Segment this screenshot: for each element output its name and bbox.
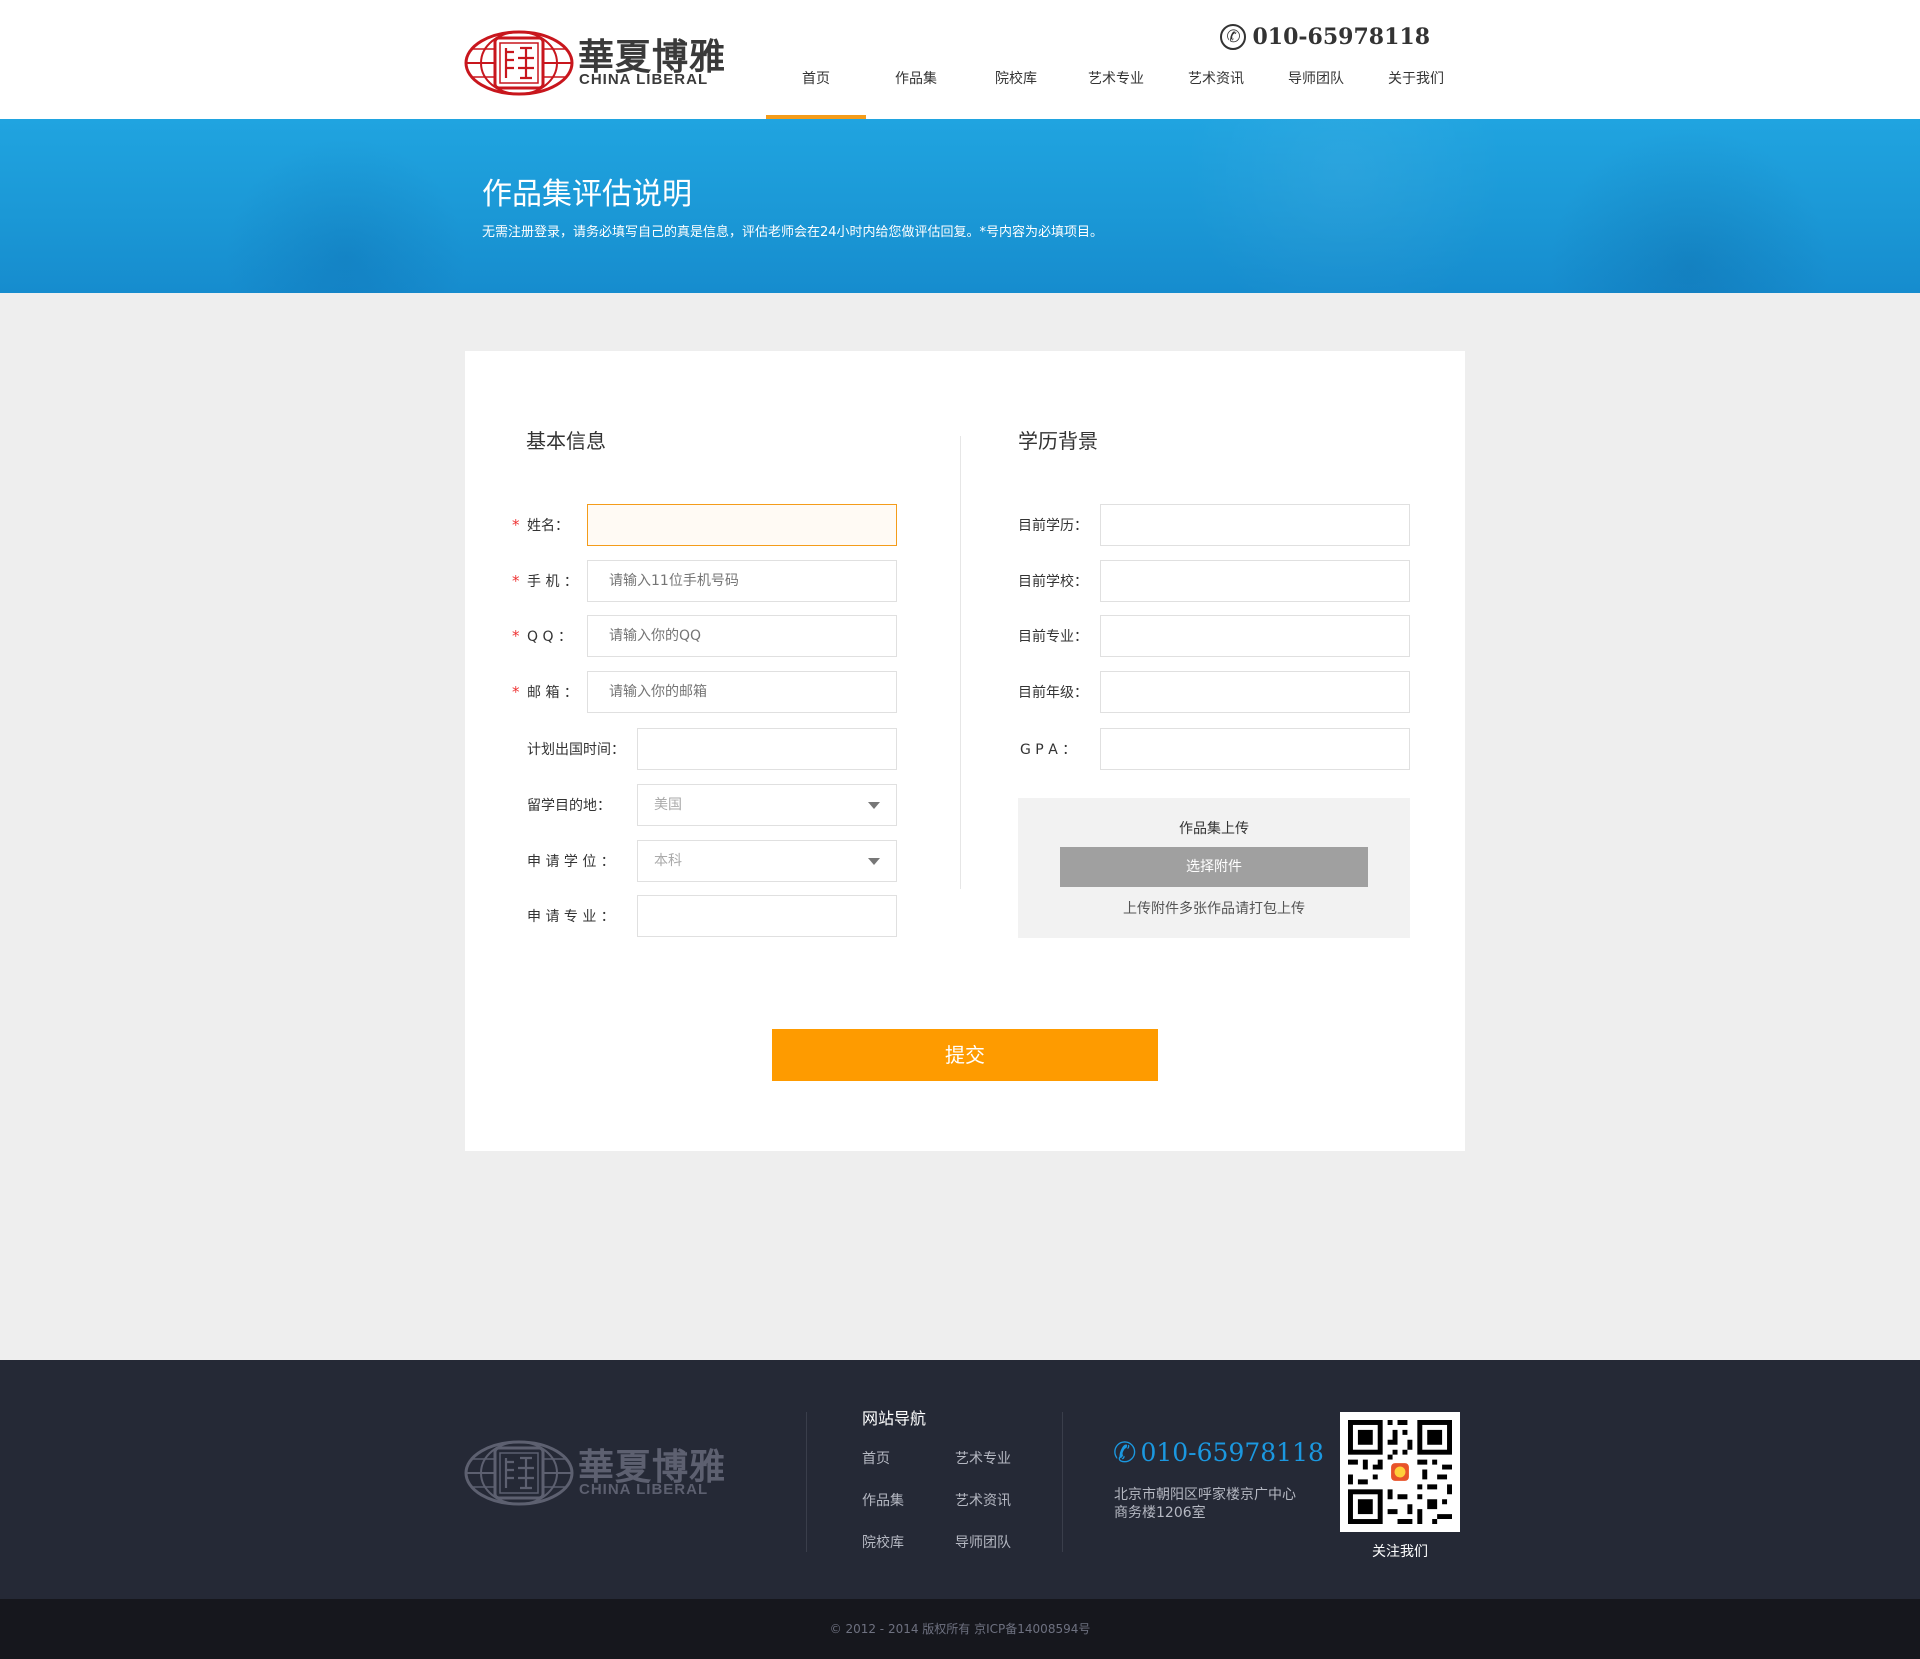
main-nav: 首页 作品集 院校库 艺术专业 艺术资讯 导师团队 关于我们 — [766, 62, 1466, 119]
cur-school-label: 目前学校： — [1018, 574, 1088, 590]
required-mark: * — [512, 627, 520, 645]
copyright: © 2012 - 2014 版权所有 京ICP备14008594号 — [0, 1599, 1920, 1659]
plan-time-label: 计划出国时间： — [527, 742, 625, 758]
choose-attachment-button[interactable]: 选择附件 — [1060, 847, 1368, 887]
current-grade-input[interactable] — [1100, 671, 1410, 713]
page-banner: 作品集评估说明 无需注册登录，请务必填写自己的真是信息，评估老师会在24小时内给… — [0, 119, 1920, 293]
footer-brand-name-en: CHINA LIBERAL — [579, 1481, 709, 1498]
basic-info-title: 基本信息 — [526, 429, 606, 453]
nav-item-mentors[interactable]: 导师团队 — [1266, 62, 1366, 119]
current-school-input[interactable] — [1100, 560, 1410, 602]
qr-label: 关注我们 — [1372, 1544, 1428, 1560]
footer-link-portfolio[interactable]: 作品集 — [862, 1490, 904, 1510]
cur-grade-row: 目前年级： — [1018, 671, 1088, 713]
footer-nav-title: 网站导航 — [862, 1409, 927, 1428]
nav-item-home[interactable]: 首页 — [766, 62, 866, 119]
seal-logo-icon — [464, 1440, 574, 1506]
brand-name-en: CHINA LIBERAL — [579, 71, 709, 88]
portfolio-upload-panel: 作品集上传 选择附件 上传附件多张作品请打包上传 — [1018, 798, 1410, 938]
phone-icon: ✆ — [1113, 1435, 1137, 1469]
qr-code — [1340, 1412, 1460, 1532]
brand-logo[interactable]: 華夏博雅 CHINA LIBERAL — [464, 28, 734, 96]
header-phone-number: 010-65978118 — [1252, 24, 1430, 50]
phone-label: 手 机 ： — [527, 574, 578, 590]
footer-phone-number: 010-65978118 — [1140, 1438, 1324, 1467]
destination-label: 留学目的地： — [527, 798, 611, 814]
column-divider — [960, 436, 961, 889]
cur-major-row: 目前专业： — [1018, 615, 1088, 657]
degree-row: 申 请 学 位 ： — [527, 840, 615, 882]
name-input[interactable] — [587, 504, 897, 546]
gpa-row: G P A ： — [1020, 728, 1076, 770]
required-mark: * — [512, 516, 520, 534]
plan-time-row: 计划出国时间： — [527, 728, 625, 770]
site-header: 華夏博雅 CHINA LIBERAL ✆ 010-65978118 首页 作品集… — [0, 0, 1920, 119]
footer-address: 北京市朝阳区呼家楼京广中心商务楼1206室 — [1114, 1487, 1296, 1521]
gpa-label: G P A ： — [1020, 742, 1077, 758]
qq-input[interactable] — [587, 615, 897, 657]
name-label: 姓名： — [527, 518, 569, 534]
submit-button[interactable]: 提交 — [772, 1029, 1158, 1081]
footer-logo[interactable]: 華夏博雅 CHINA LIBERAL — [464, 1438, 734, 1506]
name-row: * 姓名： — [512, 504, 569, 546]
email-row: * 邮 箱 ： — [512, 671, 578, 713]
footer-link-home[interactable]: 首页 — [862, 1448, 890, 1468]
destination-select[interactable]: 美国 — [637, 784, 897, 826]
nav-item-art-majors[interactable]: 艺术专业 — [1066, 62, 1166, 119]
evaluation-form: 基本信息 学历背景 * 姓名： * 手 机 ： * Q Q ： * 邮 箱 ： … — [465, 351, 1465, 1151]
email-label: 邮 箱 ： — [527, 685, 578, 701]
required-mark: * — [512, 683, 520, 701]
cur-edu-label: 目前学历： — [1018, 518, 1088, 534]
nav-item-schools[interactable]: 院校库 — [966, 62, 1066, 119]
phone-row: * 手 机 ： — [512, 560, 578, 602]
degree-select[interactable]: 本科 — [637, 840, 897, 882]
chevron-down-icon — [868, 802, 880, 809]
qq-label: Q Q ： — [527, 629, 572, 645]
footer-link-mentors[interactable]: 导师团队 — [955, 1532, 1011, 1552]
footer-link-art-news[interactable]: 艺术资讯 — [955, 1490, 1011, 1510]
footer-link-art-majors[interactable]: 艺术专业 — [955, 1448, 1011, 1468]
required-mark: * — [512, 572, 520, 590]
page-subtitle: 无需注册登录，请务必填写自己的真是信息，评估老师会在24小时内给您做评估回复。*… — [482, 225, 1104, 240]
nav-item-about[interactable]: 关于我们 — [1366, 62, 1466, 119]
page-title: 作品集评估说明 — [482, 177, 692, 212]
nav-item-art-news[interactable]: 艺术资讯 — [1166, 62, 1266, 119]
seal-logo-icon — [464, 30, 574, 96]
footer-link-schools[interactable]: 院校库 — [862, 1532, 904, 1552]
plan-time-input[interactable] — [637, 728, 897, 770]
cur-edu-row: 目前学历： — [1018, 504, 1088, 546]
current-major-input[interactable] — [1100, 615, 1410, 657]
email-input[interactable] — [587, 671, 897, 713]
major-label: 申 请 专 业 ： — [527, 909, 615, 925]
destination-row: 留学目的地： — [527, 784, 611, 826]
degree-label: 申 请 学 位 ： — [527, 854, 615, 870]
cur-school-row: 目前学校： — [1018, 560, 1088, 602]
header-phone: ✆ 010-65978118 — [1220, 24, 1430, 50]
footer-divider — [806, 1412, 807, 1552]
gpa-input[interactable] — [1100, 728, 1410, 770]
major-input[interactable] — [637, 895, 897, 937]
qq-row: * Q Q ： — [512, 615, 572, 657]
cur-major-label: 目前专业： — [1018, 629, 1088, 645]
footer-phone: ✆ 010-65978118 — [1113, 1438, 1324, 1467]
phone-icon: ✆ — [1220, 24, 1247, 50]
nav-item-portfolio[interactable]: 作品集 — [866, 62, 966, 119]
degree-value: 本科 — [654, 853, 682, 869]
footer-divider — [1062, 1412, 1063, 1552]
phone-input[interactable] — [587, 560, 897, 602]
current-education-input[interactable] — [1100, 504, 1410, 546]
chevron-down-icon — [868, 858, 880, 865]
qr-code-icon — [1348, 1420, 1452, 1524]
destination-value: 美国 — [654, 797, 682, 813]
site-footer: 華夏博雅 CHINA LIBERAL 网站导航 首页 艺术专业 作品集 艺术资讯… — [0, 1360, 1920, 1599]
major-row: 申 请 专 业 ： — [527, 895, 615, 937]
upload-title: 作品集上传 — [1179, 821, 1249, 837]
education-title: 学历背景 — [1018, 429, 1098, 453]
cur-grade-label: 目前年级： — [1018, 685, 1088, 701]
upload-hint: 上传附件多张作品请打包上传 — [1123, 901, 1305, 917]
